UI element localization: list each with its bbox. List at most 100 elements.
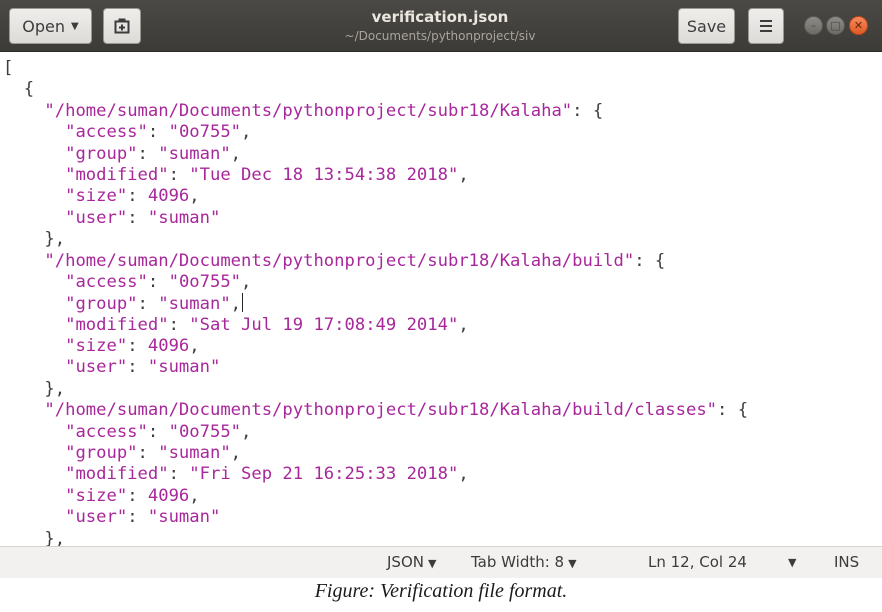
code-line: [ [3,58,748,79]
json-punctuation: , [241,122,252,143]
json-punctuation: , [189,485,200,506]
code-line: "access": "0o755", [3,122,748,143]
json-key: "group" [65,443,138,464]
cursor-position[interactable]: Ln 12, Col 24 [648,553,747,571]
json-punctuation: [ [3,58,14,78]
close-icon: ✕ [853,19,864,32]
json-key: "/home/suman/Documents/pythonproject/sub… [44,100,573,121]
code-line: }, [3,379,748,400]
editor-text-area[interactable]: [ { "/home/suman/Documents/pythonproject… [0,52,882,546]
header-bar: Open ▼ verification.json ~/Documents/pyt… [0,0,882,52]
json-key: "/home/suman/Documents/pythonproject/sub… [44,250,635,271]
json-punctuation: , [458,164,469,185]
json-punctuation: : { [634,250,666,271]
json-punctuation: : [127,507,148,528]
chevron-down-icon: ▼ [427,557,437,570]
json-key: "modified" [65,314,169,335]
tab-width-selector[interactable]: Tab Width: 8 ▼ [471,553,577,571]
json-key: "/home/suman/Documents/pythonproject/sub… [44,400,718,421]
code-line: "modified": "Sat Jul 19 17:08:49 2014", [3,315,748,336]
json-key: "access" [65,271,148,292]
json-number: 4096 [147,186,190,207]
json-punctuation: , [458,464,469,485]
json-punctuation [3,144,65,164]
json-key: "access" [65,122,148,143]
json-punctuation [3,315,65,335]
insert-mode-indicator[interactable]: INS [834,553,859,571]
json-key: "access" [65,421,148,442]
json-punctuation: , [230,143,242,164]
language-selector[interactable]: JSON ▼ [387,553,436,571]
chevron-down-icon: ▼ [788,556,797,569]
maximize-icon: □ [830,19,841,32]
json-punctuation: , [230,443,242,464]
json-punctuation: , [230,294,242,315]
code-line: "group": "suman", [3,144,748,165]
code-line: }, [3,529,748,546]
json-punctuation [3,486,65,506]
json-string: "0o755" [168,122,242,143]
code-line: { [3,79,748,100]
json-punctuation: : [127,186,148,207]
code-content[interactable]: [ { "/home/suman/Documents/pythonproject… [3,58,748,546]
json-key: "size" [65,186,128,207]
code-line: "size": 4096, [3,336,748,357]
json-punctuation: : { [572,100,604,121]
json-punctuation: : [147,421,169,442]
json-string: "0o755" [168,271,242,292]
minimize-button[interactable]: – [804,16,823,35]
open-button[interactable]: Open ▼ [9,8,92,44]
code-line: }, [3,229,748,250]
json-key: "user" [65,207,128,228]
json-punctuation: : [168,314,190,335]
json-punctuation: : [168,464,190,485]
json-string: "Tue Dec 18 13:54:38 2018" [189,164,459,185]
code-line: "modified": "Fri Sep 21 16:25:33 2018", [3,464,748,485]
json-punctuation [3,122,65,142]
json-string: "suman" [147,207,221,228]
code-line: "size": 4096, [3,486,748,507]
code-line: "access": "0o755", [3,422,748,443]
new-document-icon [114,18,130,34]
json-punctuation: , [189,336,200,357]
json-punctuation [3,165,65,185]
json-key: "user" [65,357,128,378]
json-punctuation: }, [3,528,66,546]
maximize-button[interactable]: □ [826,16,845,35]
json-punctuation: : [137,443,159,464]
save-button[interactable]: Save [678,8,735,44]
new-document-button[interactable] [103,8,141,44]
document-title: verification.json [371,8,509,26]
code-line: "/home/suman/Documents/pythonproject/sub… [3,400,748,421]
json-punctuation [3,400,44,420]
json-string: "0o755" [168,421,242,442]
menu-button[interactable] [748,8,784,44]
json-punctuation: : { [717,400,749,421]
window-title-area: verification.json ~/Documents/pythonproj… [290,7,590,44]
open-button-label: Open [22,16,66,36]
chevron-down-icon: ▼ [71,20,79,32]
text-cursor [242,293,244,313]
json-punctuation: : [127,336,148,357]
json-key: "group" [65,294,138,315]
code-line: "/home/suman/Documents/pythonproject/sub… [3,251,748,272]
json-punctuation [3,101,44,121]
json-string: "suman" [158,294,231,315]
code-line: "user": "suman" [3,357,748,378]
position-dropdown[interactable]: ▼ [788,556,796,569]
json-string: "suman" [147,357,221,378]
json-punctuation [3,422,65,442]
code-line: "group": "suman", [3,293,748,314]
json-punctuation: { [3,79,35,100]
close-button[interactable]: ✕ [849,16,868,35]
json-key: "group" [65,143,138,164]
json-punctuation [3,208,65,228]
json-string: "suman" [158,443,231,464]
json-punctuation: , [458,314,469,335]
json-number: 4096 [147,336,190,357]
json-key: "user" [65,507,128,528]
json-punctuation: , [241,421,252,442]
json-key: "modified" [65,464,169,485]
code-line: "modified": "Tue Dec 18 13:54:38 2018", [3,165,748,186]
code-line: "/home/suman/Documents/pythonproject/sub… [3,101,748,122]
